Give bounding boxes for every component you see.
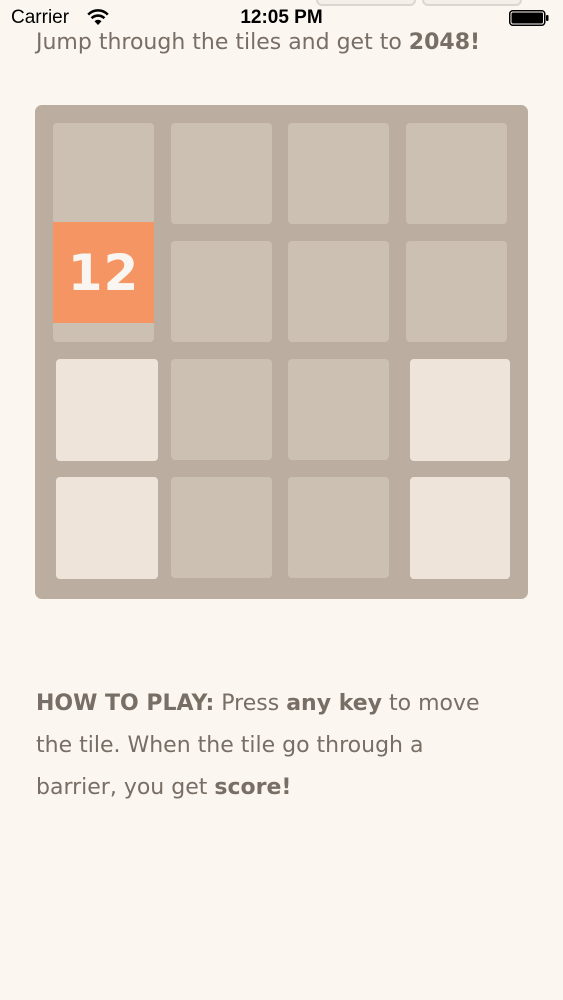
tagline-goal: 2048 xyxy=(408,30,471,55)
grid-cell-r2c2 xyxy=(171,241,272,342)
instructions-key-phrase: any key xyxy=(286,691,382,716)
grid-cell-r2c3 xyxy=(288,241,389,342)
grid-cell-r3c3 xyxy=(288,359,389,460)
grid-cell-r3c2 xyxy=(171,359,272,460)
clock: 12:05 PM xyxy=(240,7,323,28)
tagline-prefix: Jump through the tiles and get to xyxy=(36,30,409,55)
grid-cell-r1c2 xyxy=(171,123,272,224)
battery-icon xyxy=(509,10,549,26)
grid-cell-r4c3 xyxy=(288,477,389,578)
tagline: Jump through the tiles and get to 2048! xyxy=(36,30,480,55)
how-to-play-heading: HOW TO PLAY: xyxy=(36,691,215,716)
game-screen[interactable]: Carrier 12:05 PM Jump through the tiles … xyxy=(0,0,563,1000)
grid-cell-r2c4 xyxy=(406,241,507,342)
barrier-tile-r3c1 xyxy=(56,359,158,461)
barrier-tile-r3c4 xyxy=(410,359,510,461)
how-to-play-text: HOW TO PLAY: Press any key to move the t… xyxy=(36,683,506,809)
grid-cell-r1c3 xyxy=(288,123,389,224)
grid-cell-r1c4 xyxy=(406,123,507,224)
barrier-tile-r4c4 xyxy=(410,477,510,579)
barrier-tile-r4c1 xyxy=(56,477,158,579)
instructions-score-word: score! xyxy=(214,775,292,800)
grid-cell-r4c2 xyxy=(171,477,272,578)
moving-tile: 12 xyxy=(53,222,154,323)
instructions-part1: Press xyxy=(214,691,287,716)
grid-cell-r1c1 xyxy=(53,123,154,224)
tagline-suffix: ! xyxy=(470,30,481,55)
